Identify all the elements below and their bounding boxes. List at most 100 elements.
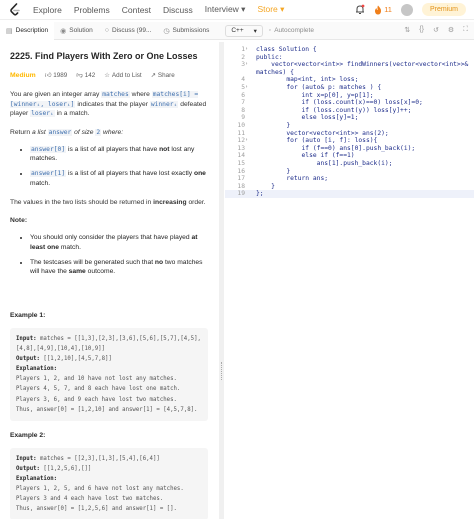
code-line[interactable]: 13 if (f==0) ans[0].push_back(i);: [225, 145, 474, 153]
star-icon: ☆: [104, 72, 110, 80]
example-2-title: Example 2:: [10, 431, 46, 439]
example-1-title: Example 1:: [10, 311, 46, 319]
code-line[interactable]: 14 else if (f==1): [225, 152, 474, 160]
code-line[interactable]: 1 › class Solution {: [225, 46, 474, 54]
language-select[interactable]: C++ ▾: [225, 24, 263, 37]
code-text: }: [256, 122, 291, 129]
line-number: 11: [237, 129, 245, 137]
fold-chevron-icon[interactable]: ›: [245, 46, 251, 54]
sort-icon[interactable]: ⇅: [404, 26, 410, 34]
top-nav: Explore Problems Contest Discuss Intervi…: [0, 0, 474, 20]
bell-icon[interactable]: [355, 4, 365, 15]
note-heading: Note:: [10, 217, 28, 225]
code-line[interactable]: 17 return ans;: [225, 175, 474, 183]
problem-title: 2225. Find Players With Zero or One Loss…: [10, 51, 198, 61]
code-text: if (loss.count(y)) loss[y]++;: [256, 106, 412, 114]
braces-icon[interactable]: {}: [419, 26, 424, 34]
tab-discuss[interactable]: ○ Discuss (99...: [99, 22, 158, 40]
code-line[interactable]: 19};: [225, 190, 474, 198]
code-line[interactable]: 15 ans[1].push_back(i);: [225, 160, 474, 168]
panel-splitter[interactable]: [219, 42, 224, 519]
share-button[interactable]: ↗ Share: [151, 71, 175, 80]
code-text: }: [256, 167, 291, 175]
chevron-down-icon: ▾: [253, 27, 257, 35]
add-to-list-button[interactable]: ☆ Add to List: [104, 71, 141, 80]
fold-chevron-icon[interactable]: ›: [245, 137, 251, 145]
premium-button[interactable]: Premium: [421, 3, 466, 16]
avatar[interactable]: [400, 3, 413, 16]
code-editor[interactable]: 1 › class Solution {2 public: 3 › vector<vect…: [225, 42, 474, 519]
line-number: 7: [241, 99, 245, 107]
code-line[interactable]: 11 vector<vector<int>> ans(2);: [225, 130, 474, 138]
tab-description[interactable]: ▤ Description: [0, 21, 55, 40]
order-statement: The values in the two lists should be re…: [10, 198, 206, 206]
list-item: You should only consider the players tha…: [30, 233, 208, 252]
code-line[interactable]: 9 else loss[y]=1;: [225, 114, 474, 122]
nav-interview[interactable]: Interview ▾: [205, 4, 246, 15]
line-number: 17: [237, 175, 245, 183]
description-panel: 2225. Find Players With Zero or One Loss…: [0, 42, 218, 519]
code-line[interactable]: 4 map<int, int> loss;: [225, 76, 474, 84]
code-line[interactable]: 3 › vector<vector<int>> findWinners(vecto…: [225, 61, 474, 69]
tab-solution[interactable]: ◉ Solution: [54, 22, 99, 40]
code-text: vector<vector<int>> findWinners(vector<v…: [256, 61, 469, 69]
splitter-grip-icon[interactable]: [221, 362, 222, 380]
autocomplete-toggle[interactable]: ◦ Autocomplete: [269, 27, 314, 34]
line-number: 18: [237, 182, 245, 190]
example-1-box: Input: matches = [[1,3],[2,3],[3,6],[5,6…: [10, 327, 208, 421]
code-text: matches) {: [256, 68, 294, 76]
nav-explore[interactable]: Explore: [33, 5, 62, 15]
nav-store[interactable]: Store ▾: [257, 4, 284, 15]
answer-list: answer[0] is a list of all players that …: [10, 145, 208, 189]
problem-statement: You are given an integer array matches w…: [10, 90, 207, 118]
note-list: You should only consider the players tha…: [10, 233, 208, 277]
line-number: 6: [241, 91, 245, 99]
list-item: answer[1] is a list of all players that …: [30, 169, 208, 188]
code-line[interactable]: 18 }: [225, 183, 474, 191]
code-line[interactable]: 12 › for (auto [i, f]: loss){: [225, 137, 474, 145]
code-line[interactable]: 16 }: [225, 168, 474, 176]
difficulty-badge: Medium: [10, 72, 36, 80]
streak-counter[interactable]: 11: [374, 5, 392, 15]
fold-chevron-icon[interactable]: ›: [245, 84, 251, 92]
code-line[interactable]: matches) {: [225, 69, 474, 77]
list-item: answer[0] is a list of all players that …: [30, 145, 208, 164]
dislike-button[interactable]: 👎︎ 142: [76, 71, 95, 80]
nav-discuss[interactable]: Discuss: [163, 5, 193, 15]
line-number: 12: [237, 137, 245, 145]
toggle-dot-icon: ◦: [268, 27, 272, 34]
settings-icon[interactable]: ⚙: [448, 26, 454, 34]
thumbs-down-icon: 👎︎: [76, 72, 83, 80]
tab-submissions[interactable]: ◷ Submissions: [157, 22, 215, 40]
example-2-box: Input: matches = [[2,3],[1,3],[5,4],[6,4…: [10, 447, 208, 519]
line-number: 3: [241, 61, 245, 69]
code-text: if (loss.count(x)==0) loss[x]=0;: [256, 99, 423, 107]
code-line[interactable]: 5 › for (auto& p: matches ) {: [225, 84, 474, 92]
code-line[interactable]: 2 public:: [225, 54, 474, 62]
code-text: map<int, int> loss;: [256, 76, 359, 84]
line-number: 15: [237, 160, 245, 167]
fullscreen-icon[interactable]: ⛶: [463, 26, 468, 34]
reset-icon[interactable]: ↺: [433, 26, 439, 34]
list-item: The testcases will be generated such tha…: [30, 258, 208, 277]
code-text: for (auto [i, f]: loss){: [256, 137, 378, 145]
code-line[interactable]: 7 if (loss.count(x)==0) loss[x]=0;: [225, 99, 474, 107]
thumbs-up-icon: 👍︎: [44, 72, 52, 80]
leetcode-logo-icon[interactable]: [9, 2, 21, 17]
return-statement: Return a list answer of size 2 where:: [10, 129, 124, 137]
line-number: 14: [237, 152, 245, 160]
code-line[interactable]: 10 }: [225, 122, 474, 130]
editor-tools: ⇅ {} ↺ ⚙ ⛶: [404, 26, 468, 34]
code-line[interactable]: 8 if (loss.count(y)) loss[y]++;: [225, 107, 474, 115]
problem-meta: Medium 👍︎ 1989 👎︎ 142 ☆ Add to List ↗ Share: [10, 71, 208, 81]
line-number: 5: [241, 84, 245, 91]
line-number: 9: [241, 114, 245, 122]
nav-problems[interactable]: Problems: [74, 5, 110, 15]
code-line[interactable]: 6 int x=p[0], y=p[1];: [225, 92, 474, 100]
fold-chevron-icon[interactable]: ›: [245, 61, 251, 69]
nav-contest[interactable]: Contest: [122, 5, 151, 15]
code-text: class Solution {: [256, 46, 317, 53]
like-button[interactable]: 👍︎ 1989: [45, 71, 68, 80]
code-text: else loss[y]=1;: [256, 114, 359, 122]
nav-right: 11 Premium: [355, 3, 466, 16]
